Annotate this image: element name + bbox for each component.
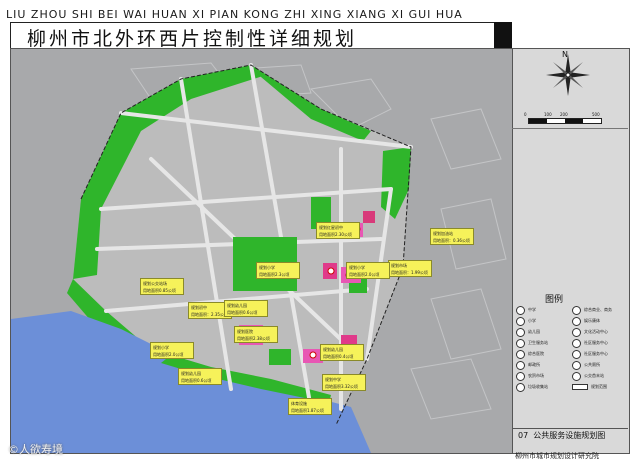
- legend-item: 娱乐康体: [572, 316, 600, 326]
- callout-11[interactable]: 规划幼儿园 用地面积0.6公顷: [178, 368, 222, 385]
- legend-symbol-icon: [516, 316, 525, 326]
- legend-item: 农贸市场: [516, 371, 544, 381]
- callout-9[interactable]: 规划医院 用地面积2.38公顷: [234, 326, 278, 343]
- callout-10[interactable]: 规划小学 用地面积2.0公顷: [150, 342, 194, 359]
- callout-8[interactable]: 规划幼儿园 用地面积0.6公顷: [224, 300, 268, 317]
- legend-symbol-icon: [516, 382, 525, 392]
- green-block-s: [269, 349, 291, 365]
- legend-symbol-icon: [572, 305, 581, 315]
- callout-5[interactable]: 规划加油站 用地面积：0.36公顷: [430, 228, 474, 245]
- caption-title: 公共服务设施规划图: [533, 431, 606, 440]
- legend-symbol-icon: [516, 371, 525, 381]
- legend-title: 图例: [545, 295, 564, 305]
- legend-item: 社区服务中心: [572, 349, 608, 359]
- map-svg: [11, 49, 513, 453]
- legend-symbol-icon: [516, 338, 525, 348]
- caption-number: 07: [518, 431, 529, 440]
- scale-tick-3: 500: [592, 112, 600, 117]
- legend-item: 综合商业、商务: [572, 305, 612, 315]
- title-bar-block: [494, 22, 512, 48]
- legend-item: 幼儿园: [516, 327, 540, 337]
- legend-symbol-icon: [516, 327, 525, 337]
- legend-symbol-icon: [572, 360, 581, 370]
- callout-7[interactable]: 规划小学 用地面积2.0公顷: [346, 262, 390, 279]
- compass-rose-icon: [546, 54, 590, 96]
- map-canvas[interactable]: [10, 48, 514, 454]
- legend-item: 公交首末站: [572, 371, 604, 381]
- callout-3[interactable]: 规划公交站场 用地面积0.85公顷: [140, 278, 184, 295]
- legend-symbol-icon: [516, 349, 525, 359]
- callout-13[interactable]: 规划中学 用地面积3.32公顷: [322, 374, 366, 391]
- legend-item: 文化活动中心: [572, 327, 608, 337]
- callout-14[interactable]: 体育设施 用地面积1.87公顷: [288, 398, 332, 415]
- legend-symbol-icon: [516, 360, 525, 370]
- panel-divider: [512, 128, 628, 129]
- legend-panel: [512, 48, 630, 454]
- legend-symbol-icon: [572, 338, 581, 348]
- institute-name: 柳州市城市规划设计研究院: [515, 452, 599, 460]
- scale-tick-0: 0: [524, 112, 527, 117]
- legend-symbol-icon: [516, 305, 525, 315]
- title-bar: 柳州市北外环西片控制性详细规划: [10, 22, 496, 50]
- legend-symbol-icon: [572, 327, 581, 337]
- legend-item: 社区服务中心: [572, 338, 608, 348]
- legend-item: 综合医院: [516, 349, 544, 359]
- legend-symbol-icon: [572, 316, 581, 326]
- legend-item: 规划范围: [572, 383, 607, 391]
- boundary-symbol-icon: [572, 384, 588, 390]
- callout-2[interactable]: 规划小学 用地面积2.3公顷: [256, 262, 300, 279]
- pinyin-title: LIU ZHOU SHI BEI WAI HUAN XI PIAN KONG Z…: [6, 8, 463, 21]
- legend-item: 小学: [516, 316, 536, 326]
- legend-item: 邮政所: [516, 360, 540, 370]
- scale-bar: [528, 118, 602, 124]
- legend-item: 中学: [516, 305, 536, 315]
- legend-symbol-icon: [572, 349, 581, 359]
- legend-item: 公共厕所: [572, 360, 600, 370]
- legend-item: 卫生服务站: [516, 338, 548, 348]
- watermark: ©人欲寿境: [8, 443, 63, 456]
- caption-row: 07 公共服务设施规划图: [512, 428, 628, 445]
- north-label: N: [562, 50, 568, 59]
- legend-item: 垃圾收集站: [516, 382, 548, 392]
- callout-6[interactable]: 规划市场 用地面积：1.99公顷: [388, 260, 432, 277]
- map-title: 柳州市北外环西片控制性详细规划: [27, 28, 358, 50]
- callout-1[interactable]: 规划红星初中 用地面积2.30公顷: [316, 222, 360, 239]
- callout-12[interactable]: 规划幼儿园 用地面积0.4公顷: [320, 344, 364, 361]
- legend-symbol-icon: [572, 371, 581, 381]
- scale-tick-1: 100: [544, 112, 552, 117]
- facility-block-2: [363, 211, 375, 223]
- scale-tick-2: 200: [560, 112, 568, 117]
